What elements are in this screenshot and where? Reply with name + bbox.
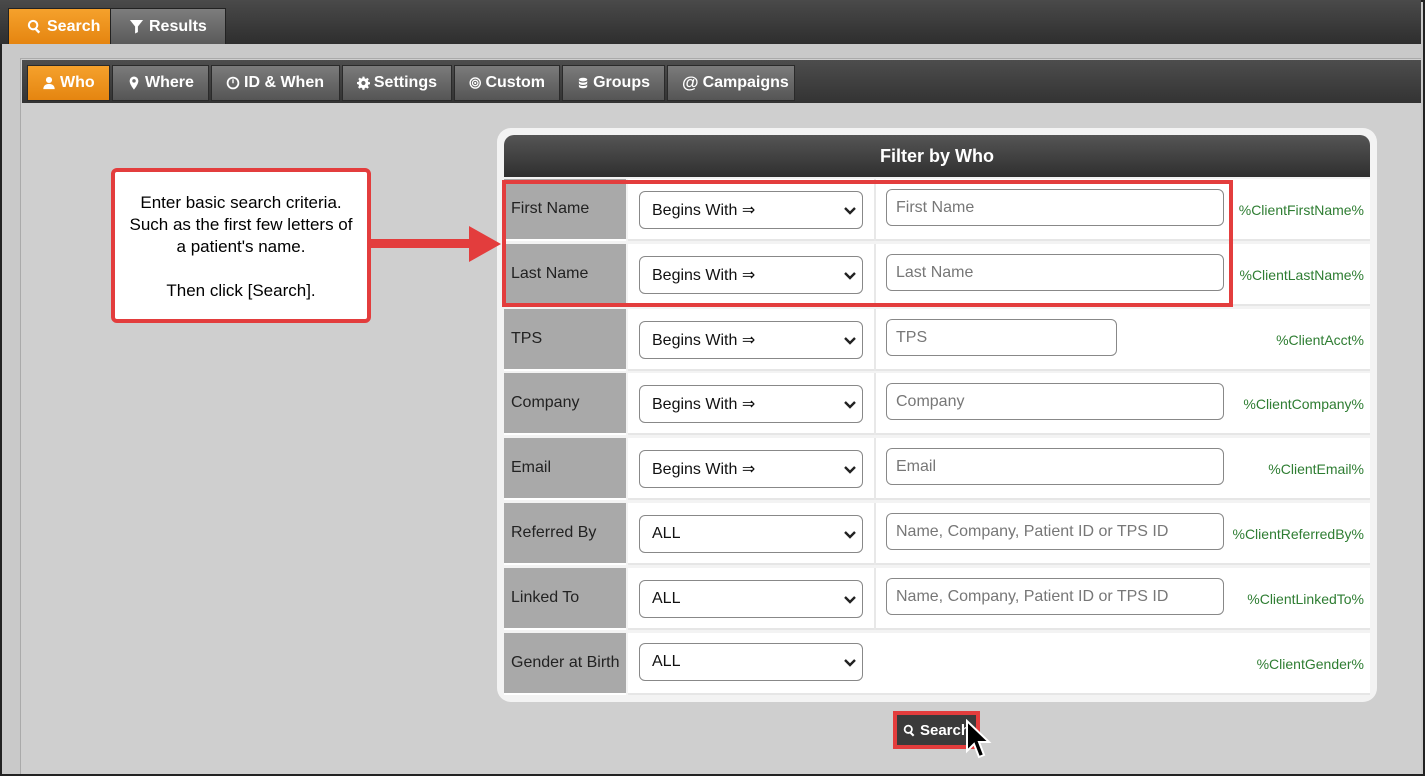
tab-settings[interactable]: Settings — [342, 65, 452, 101]
tab-where[interactable]: Where — [112, 65, 209, 101]
chevron-down-icon — [844, 337, 856, 345]
tab-campaigns[interactable]: @ Campaigns — [667, 65, 795, 101]
row-label: Gender at Birth — [504, 633, 626, 695]
variable-tag: %ClientAcct% — [1276, 332, 1364, 348]
groups-icon — [578, 77, 588, 89]
linked-to-input[interactable]: Name, Company, Patient ID or TPS ID — [886, 578, 1224, 615]
row-label: Email — [504, 438, 626, 500]
linked-to-operator-select[interactable]: ALL — [639, 580, 863, 618]
tab-where-label: Where — [145, 74, 194, 91]
tab-results-label: Results — [149, 17, 207, 35]
filter-row-company: Company Begins With ⇒ Company %ClientCom… — [504, 373, 1370, 435]
referred-by-operator-select[interactable]: ALL — [639, 515, 863, 553]
tab-search[interactable]: Search — [8, 8, 120, 44]
search-icon — [27, 19, 41, 34]
email-operator-select[interactable]: Begins With ⇒ — [639, 450, 863, 488]
tab-groups-label: Groups — [593, 74, 650, 91]
chevron-down-icon — [844, 531, 856, 539]
row-divider — [874, 438, 876, 500]
row-label: TPS — [504, 309, 626, 371]
map-pin-icon — [129, 76, 139, 90]
tab-custom-label: Custom — [485, 74, 545, 91]
row-divider — [874, 309, 876, 371]
tps-operator-select[interactable]: Begins With ⇒ — [639, 321, 863, 359]
variable-tag: %ClientEmail% — [1268, 461, 1364, 477]
tab-who[interactable]: Who — [27, 65, 110, 101]
clock-icon — [226, 76, 240, 90]
filter-row-email: Email Begins With ⇒ Email %ClientEmail% — [504, 438, 1370, 500]
company-input[interactable]: Company — [886, 383, 1224, 420]
filter-row-tps: TPS Begins With ⇒ TPS %ClientAcct% — [504, 309, 1370, 371]
variable-tag: %ClientCompany% — [1243, 396, 1364, 412]
tab-id-when[interactable]: ID & When — [211, 65, 340, 101]
panel-title: Filter by Who — [504, 135, 1370, 177]
tab-campaigns-label: Campaigns — [702, 74, 789, 91]
tab-who-label: Who — [60, 74, 95, 91]
filter-row-linked-to: Linked To ALL Name, Company, Patient ID … — [504, 568, 1370, 630]
variable-tag: %ClientReferredBy% — [1232, 526, 1365, 542]
search-icon — [903, 724, 915, 737]
highlight-box — [502, 180, 1233, 307]
row-label: Company — [504, 373, 626, 435]
variable-tag: %ClientLinkedTo% — [1247, 591, 1364, 607]
row-divider — [874, 503, 876, 565]
row-label: Referred By — [504, 503, 626, 565]
callout-arrow-icon — [371, 226, 501, 262]
mouse-cursor-icon — [966, 719, 992, 759]
variable-tag: %ClientGender% — [1256, 656, 1364, 672]
gear-icon — [357, 76, 370, 90]
chevron-down-icon — [844, 401, 856, 409]
tab-custom[interactable]: Custom — [454, 65, 560, 101]
chevron-down-icon — [844, 659, 856, 667]
filter-row-gender: Gender at Birth ALL %ClientGender% — [504, 633, 1370, 695]
search-button-label: Search — [919, 721, 971, 739]
filter-icon — [129, 19, 144, 34]
filter-row-referred-by: Referred By ALL Name, Company, Patient I… — [504, 503, 1370, 565]
variable-tag: %ClientFirstName% — [1238, 202, 1364, 218]
row-divider — [874, 568, 876, 630]
tab-groups[interactable]: Groups — [562, 65, 665, 101]
user-icon — [43, 76, 55, 90]
tps-input[interactable]: TPS — [886, 319, 1117, 356]
variable-tag: %ClientLastName% — [1239, 267, 1365, 283]
instruction-callout: Enter basic search criteria. Such as the… — [111, 168, 371, 323]
gender-operator-select[interactable]: ALL — [639, 643, 863, 681]
bullseye-icon — [469, 77, 481, 89]
referred-by-input[interactable]: Name, Company, Patient ID or TPS ID — [886, 513, 1224, 550]
chevron-down-icon — [844, 466, 856, 474]
row-label: Linked To — [504, 568, 626, 630]
tab-search-label: Search — [47, 17, 101, 35]
chevron-down-icon — [844, 596, 856, 604]
at-icon: @ — [682, 73, 699, 92]
company-operator-select[interactable]: Begins With ⇒ — [639, 385, 863, 423]
email-input[interactable]: Email — [886, 448, 1224, 485]
row-divider — [874, 373, 876, 435]
tab-results[interactable]: Results — [110, 8, 226, 44]
tab-settings-label: Settings — [373, 74, 437, 91]
tab-id-when-label: ID & When — [244, 74, 324, 91]
